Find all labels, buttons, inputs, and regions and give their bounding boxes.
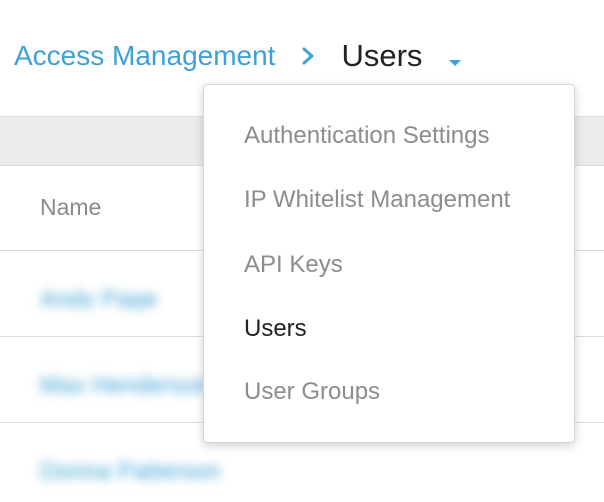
section-dropdown-menu: Authentication Settings IP Whitelist Man… [203,84,575,443]
menu-item-api-keys[interactable]: API Keys [244,251,343,279]
menu-item-authentication-settings[interactable]: Authentication Settings [244,122,490,150]
column-header-name[interactable]: Name [40,194,101,221]
user-name-link[interactable]: Max Henderson [40,372,209,396]
menu-item-user-groups[interactable]: User Groups [244,378,380,406]
breadcrumb: Access Management Users [14,34,462,78]
user-name-link[interactable]: Donna Patterson [40,458,220,482]
chevron-right-icon [301,46,315,66]
caret-down-icon[interactable] [448,55,462,66]
menu-item-ip-whitelist-management[interactable]: IP Whitelist Management [244,186,510,214]
page: Access Management Users Name Andy Page M… [0,0,604,502]
user-name-link[interactable]: Andy Page [40,286,157,310]
breadcrumb-access-management-link[interactable]: Access Management [14,40,275,72]
menu-item-users[interactable]: Users [244,315,307,343]
breadcrumb-current-users[interactable]: Users [341,38,422,74]
